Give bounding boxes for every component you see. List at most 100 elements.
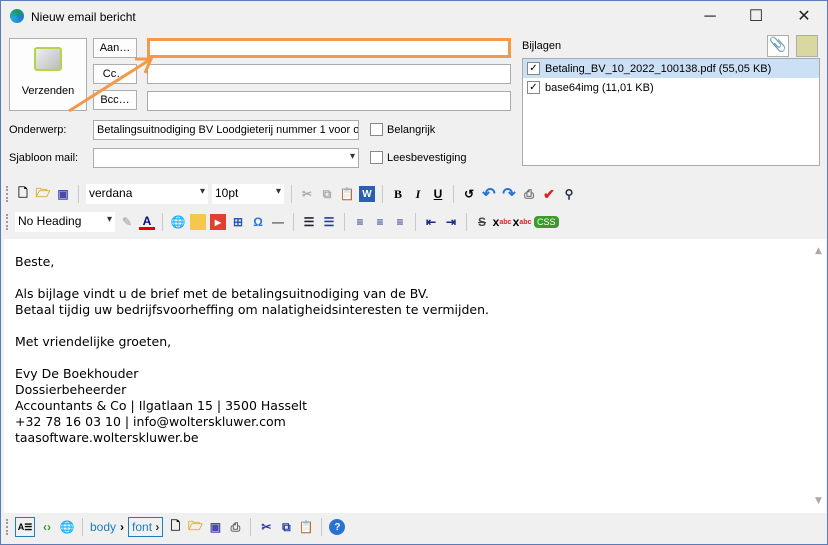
breadcrumb-font-label: font bbox=[132, 520, 153, 534]
attachment-item[interactable]: ✓ base64img (11,01 KB) bbox=[523, 78, 819, 97]
save-icon[interactable]: ▣ bbox=[207, 519, 223, 535]
heading-select[interactable]: No Heading bbox=[15, 212, 115, 232]
align-center-icon[interactable]: ≡ bbox=[372, 214, 388, 230]
bold-icon[interactable]: B bbox=[390, 186, 406, 202]
body-line: Als bijlage vindt u de brief met de beta… bbox=[15, 286, 429, 301]
table-icon[interactable]: ⊞ bbox=[230, 214, 246, 230]
body-line: Accountants & Co | Ilgatlaan 15 | 3500 H… bbox=[15, 398, 308, 413]
new-document-icon[interactable]: 🗋 bbox=[15, 186, 31, 202]
attachment-item[interactable]: ✓ Betaling_BV_10_2022_100138.pdf (55,05 K… bbox=[523, 59, 819, 78]
cut-icon[interactable]: ✂ bbox=[299, 186, 315, 202]
css-button[interactable]: CSS bbox=[534, 216, 559, 228]
size-select[interactable]: 10pt bbox=[212, 184, 284, 204]
print-icon[interactable]: ⎙ bbox=[227, 519, 243, 535]
image-icon[interactable] bbox=[190, 214, 206, 230]
status-toolbar: A☰ ‹› 🌐 body › font › 🗋 🗁 ▣ ⎙ ✂ ⧉ 📋 ? bbox=[6, 515, 822, 539]
toolbar-grip[interactable] bbox=[6, 186, 8, 202]
redo-icon[interactable]: ↷ bbox=[501, 186, 517, 203]
body-line: taasoftware.wolterskluwer.be bbox=[15, 430, 199, 445]
toolbar-2: No Heading ✎ A 🌐 ▶ ⊞ Ω — ☰ ☰ ≡ ≡ ≡ ⇤ ⇥ S… bbox=[6, 210, 822, 234]
subscript-icon[interactable]: x abc bbox=[513, 214, 532, 230]
attachment-name: Betaling_BV_10_2022_100138.pdf (55,05 KB… bbox=[545, 62, 772, 75]
attachments-label: Bijlagen bbox=[522, 40, 562, 52]
important-checkbox[interactable] bbox=[370, 123, 383, 136]
paste-icon[interactable]: 📋 bbox=[339, 186, 355, 202]
minimize-button[interactable]: ─ bbox=[695, 5, 725, 29]
body-line: +32 78 16 03 10 | info@wolterskluwer.com bbox=[15, 414, 286, 429]
strikethrough-icon[interactable]: S bbox=[474, 214, 490, 230]
save-icon[interactable]: ▣ bbox=[55, 186, 71, 202]
indent-icon[interactable]: ⇥ bbox=[443, 214, 459, 230]
attachment-checkbox[interactable]: ✓ bbox=[527, 62, 540, 75]
superscript-icon[interactable]: x abc bbox=[493, 214, 512, 230]
body-line: Evy De Boekhouder bbox=[15, 366, 139, 381]
highlight-icon[interactable]: ✎ bbox=[119, 214, 135, 230]
body-line bbox=[15, 318, 815, 334]
attach-folder-icon[interactable] bbox=[796, 35, 818, 57]
important-label: Belangrijk bbox=[387, 124, 436, 136]
copy-icon[interactable]: ⧉ bbox=[319, 186, 335, 202]
app-icon bbox=[10, 9, 24, 23]
cut-icon[interactable]: ✂ bbox=[258, 519, 274, 535]
horizontal-rule-icon[interactable]: — bbox=[270, 214, 286, 230]
italic-icon[interactable]: I bbox=[410, 186, 426, 202]
subject-input[interactable]: Betalingsuitnodiging BV Loodgieterij num… bbox=[93, 120, 359, 140]
new-document-icon[interactable]: 🗋 bbox=[167, 519, 183, 535]
refresh-icon[interactable]: ↺ bbox=[461, 186, 477, 202]
read-receipt-label: Leesbevestiging bbox=[387, 152, 467, 164]
read-receipt-checkbox[interactable] bbox=[370, 151, 383, 164]
template-select[interactable] bbox=[93, 148, 359, 168]
align-left-icon[interactable]: ≡ bbox=[352, 214, 368, 230]
body-line bbox=[15, 270, 815, 286]
special-char-icon[interactable]: Ω bbox=[250, 214, 266, 230]
maximize-button[interactable]: ☐ bbox=[741, 5, 771, 29]
find-binoculars-icon[interactable]: ⚲ bbox=[561, 186, 577, 202]
open-folder-icon[interactable]: 🗁 bbox=[35, 186, 51, 202]
preview-icon[interactable]: 🌐 bbox=[59, 519, 75, 535]
vertical-scrollbar[interactable]: ▲ ▼ bbox=[811, 239, 826, 513]
window-title: Nieuw email bericht bbox=[31, 10, 136, 24]
ordered-list-icon[interactable]: ☰ bbox=[301, 214, 317, 230]
bcc-input[interactable] bbox=[147, 91, 511, 111]
design-view-icon[interactable]: A☰ bbox=[15, 517, 35, 537]
copy-icon[interactable]: ⧉ bbox=[278, 519, 294, 535]
outdent-icon[interactable]: ⇤ bbox=[423, 214, 439, 230]
message-body-editor[interactable]: ▲ ▼ Beste, Als bijlage vindt u de brief me… bbox=[4, 239, 826, 513]
toolbar-grip[interactable] bbox=[6, 519, 8, 535]
unordered-list-icon[interactable]: ☰ bbox=[321, 214, 337, 230]
help-icon[interactable]: ? bbox=[329, 519, 346, 535]
to-input[interactable] bbox=[147, 38, 511, 58]
align-right-icon[interactable]: ≡ bbox=[392, 214, 408, 230]
attachment-checkbox[interactable]: ✓ bbox=[527, 81, 540, 94]
template-label: Sjabloon mail: bbox=[9, 152, 79, 164]
open-folder-icon[interactable]: 🗁 bbox=[187, 519, 203, 535]
paste-icon[interactable]: 📋 bbox=[298, 519, 314, 535]
annotation-arrow bbox=[68, 57, 154, 113]
hyperlink-icon[interactable]: 🌐 bbox=[170, 214, 186, 230]
body-line: Beste, bbox=[15, 254, 55, 269]
toolbar-1: 🗋 🗁 ▣ verdana 10pt ✂ ⧉ 📋 W B I U ↺ ↶ ↷ ⎙… bbox=[6, 182, 822, 206]
body-line bbox=[15, 350, 815, 366]
spellcheck-icon[interactable]: ✔ bbox=[541, 186, 557, 202]
font-color-icon[interactable]: A bbox=[139, 214, 155, 230]
body-line: Betaal tijdig uw bedrijfsvoorheffing om … bbox=[15, 302, 490, 317]
attachments-list: ✓ Betaling_BV_10_2022_100138.pdf (55,05 K… bbox=[522, 58, 820, 166]
attach-paperclip-icon[interactable]: 📎 bbox=[767, 35, 789, 57]
media-icon[interactable]: ▶ bbox=[210, 214, 226, 230]
close-button[interactable]: ✕ bbox=[789, 5, 819, 29]
body-line: Dossierbeheerder bbox=[15, 382, 127, 397]
undo-icon[interactable]: ↶ bbox=[481, 186, 497, 203]
envelope-icon bbox=[34, 47, 62, 71]
toolbar-grip[interactable] bbox=[6, 214, 8, 230]
cc-input[interactable] bbox=[147, 64, 511, 84]
underline-icon[interactable]: U bbox=[430, 186, 446, 202]
paste-word-icon[interactable]: W bbox=[359, 186, 375, 202]
breadcrumb-body[interactable]: body bbox=[90, 520, 116, 534]
font-select[interactable]: verdana bbox=[86, 184, 208, 204]
html-view-icon[interactable]: ‹› bbox=[39, 519, 55, 535]
email-window: Nieuw email bericht ─ ☐ ✕ Verzenden Aan…… bbox=[0, 0, 828, 545]
print-icon[interactable]: ⎙ bbox=[521, 186, 537, 202]
breadcrumb-font[interactable]: font › bbox=[128, 517, 164, 537]
body-line: Met vriendelijke groeten, bbox=[15, 334, 172, 349]
attachment-name: base64img (11,01 KB) bbox=[545, 81, 654, 94]
